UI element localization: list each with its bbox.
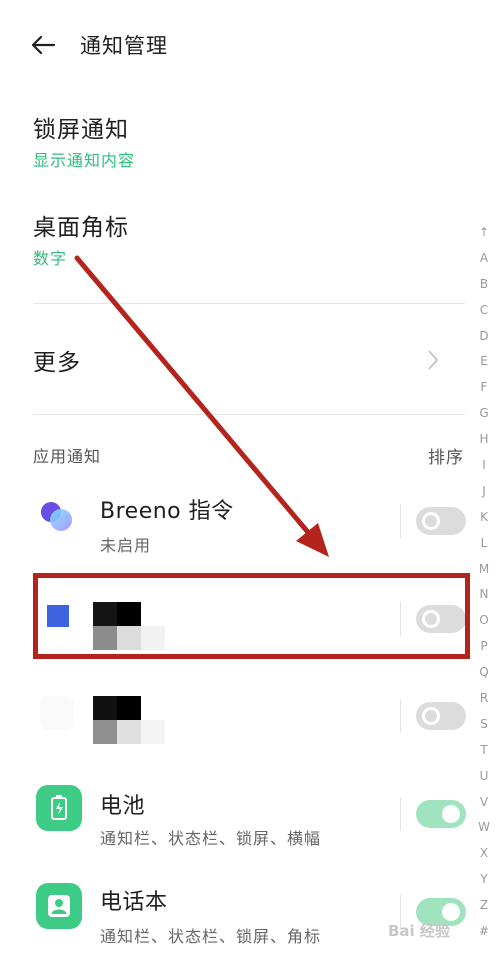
annotation-arrow (74, 255, 329, 557)
watermark: Bai 经验 (388, 922, 450, 940)
